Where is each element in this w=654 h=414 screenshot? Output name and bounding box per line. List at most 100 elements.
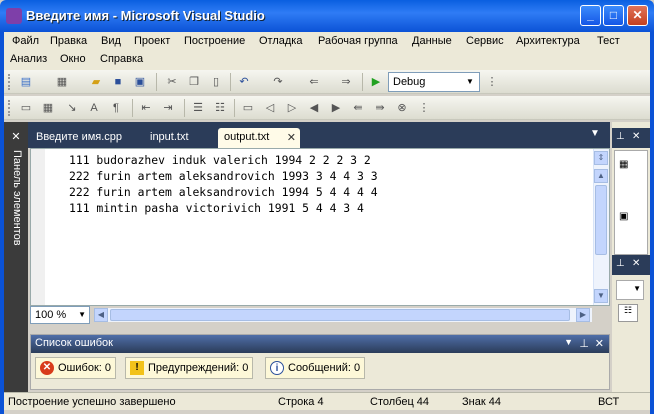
menu-architecture[interactable]: Архитектура: [516, 35, 580, 47]
scroll-thumb[interactable]: [595, 185, 607, 255]
previous-bookmark-icon[interactable]: ◁: [262, 100, 278, 116]
menu-data[interactable]: Данные: [412, 35, 452, 47]
increase-indent-icon[interactable]: ⇥: [160, 100, 176, 116]
menu-help[interactable]: Справка: [100, 53, 143, 65]
toolbox-strip[interactable]: ✕ Панель элементов: [4, 122, 28, 392]
chevron-down-icon: ▼: [633, 284, 641, 293]
vertical-scrollbar[interactable]: ⇕ ▲ ▼: [593, 149, 609, 305]
close-tab-icon[interactable]: ✕: [287, 131, 296, 144]
maximize-button[interactable]: □: [603, 5, 624, 26]
toggle-bookmark-icon[interactable]: ▭: [240, 100, 256, 116]
paste-icon[interactable]: ▯: [208, 74, 224, 90]
tab-source-cpp[interactable]: Введите имя.cpp: [30, 128, 140, 148]
minimize-button[interactable]: _: [580, 5, 601, 26]
toolbar-grip[interactable]: [8, 74, 11, 90]
cut-icon[interactable]: ✂: [164, 74, 180, 90]
close-icon[interactable]: ✕: [632, 258, 640, 269]
start-debugging-icon[interactable]: ▶: [368, 74, 384, 90]
toolbar-overflow-icon[interactable]: ⋮: [416, 100, 432, 116]
decrease-indent-icon[interactable]: ⇤: [138, 100, 154, 116]
redo-icon[interactable]: ↷: [270, 74, 286, 90]
menu-file[interactable]: Файл: [12, 35, 39, 47]
horizontal-scrollbar[interactable]: ◀ ▶: [94, 308, 592, 322]
warnings-filter-button[interactable]: ! Предупреждений: 0: [125, 357, 254, 379]
zoom-select[interactable]: 100 % ▼: [30, 306, 90, 324]
status-insert-mode: ВСТ: [598, 396, 620, 408]
tab-output-txt[interactable]: output.txt ✕: [218, 128, 300, 148]
text-editor[interactable]: 111 budorazhev induk valerich 1994 2 2 2…: [30, 148, 610, 306]
solution-configuration-select[interactable]: Debug ▼: [388, 72, 480, 92]
code-line: 222 furin artem aleksandrovich 1994 5 4 …: [69, 185, 378, 199]
menu-tools[interactable]: Сервис: [466, 35, 504, 47]
navigate-backward-icon[interactable]: ⇐: [306, 74, 322, 90]
scroll-thumb[interactable]: [110, 309, 570, 321]
scroll-up-button[interactable]: ▲: [594, 169, 608, 183]
pin-icon[interactable]: ⊥: [616, 258, 625, 269]
clear-bookmarks-icon[interactable]: ⊗: [394, 100, 410, 116]
toolbar-grip[interactable]: [8, 100, 11, 116]
comment-icon[interactable]: ☰: [190, 100, 206, 116]
complete-word-icon[interactable]: ¶: [108, 100, 124, 116]
solution-explorer-icon[interactable]: ▦: [619, 159, 628, 170]
pin-icon[interactable]: ⊥: [616, 131, 625, 142]
object-browser-icon[interactable]: ▭: [18, 100, 34, 116]
messages-count: Сообщений: 0: [288, 362, 361, 374]
menu-view[interactable]: Вид: [101, 35, 121, 47]
tab-input-txt[interactable]: input.txt: [144, 128, 214, 148]
save-icon[interactable]: ■: [110, 74, 126, 90]
copy-icon[interactable]: ❐: [186, 74, 202, 90]
close-icon[interactable]: ✕: [632, 131, 640, 142]
toolbar-overflow-icon[interactable]: ⋮: [484, 74, 500, 90]
scroll-down-button[interactable]: ▼: [594, 289, 608, 303]
menu-analyze[interactable]: Анализ: [10, 53, 47, 65]
right-panel-content[interactable]: ▦ ▣: [614, 150, 648, 255]
tab-label: Введите имя.cpp: [36, 131, 123, 143]
status-message: Построение успешно завершено: [8, 396, 176, 408]
tab-list-dropdown-icon[interactable]: ▼: [590, 128, 600, 139]
close-button[interactable]: ✕: [627, 5, 648, 26]
next-bookmark-folder-icon[interactable]: ▶: [328, 100, 344, 116]
visual-studio-icon: [6, 8, 22, 24]
menu-edit[interactable]: Правка: [50, 35, 87, 47]
scroll-left-button[interactable]: ◀: [94, 308, 108, 322]
previous-bookmark-folder-icon[interactable]: ◀: [306, 100, 322, 116]
split-handle-icon[interactable]: ⇕: [594, 151, 608, 165]
document-tab-strip: Введите имя.cpp input.txt output.txt ✕ ▼: [28, 122, 610, 148]
properties-dropdown[interactable]: ▼: [616, 280, 644, 300]
new-project-icon[interactable]: ▤: [18, 74, 34, 90]
menu-project[interactable]: Проект: [134, 35, 170, 47]
title-bar: Введите имя - Microsoft Visual Studio _ …: [0, 0, 654, 32]
toolbox-label[interactable]: Панель элементов: [11, 150, 23, 246]
text-editor-toolbar: ▭ ▦ ↘ A ¶ ⇤ ⇥ ☰ ☷ ▭ ◁ ▷ ◀ ▶ ⇚ ⇛ ⊗ ⋮: [4, 96, 650, 120]
chevron-down-icon: ▼: [466, 77, 474, 86]
member-list-icon[interactable]: ↘: [64, 100, 80, 116]
menu-window[interactable]: Окно: [60, 53, 86, 65]
menu-build[interactable]: Построение: [184, 35, 245, 47]
dropdown-icon[interactable]: ▼: [564, 337, 573, 347]
close-icon[interactable]: ✕: [595, 337, 604, 350]
pin-icon[interactable]: ⊥: [579, 337, 589, 350]
categorized-icon[interactable]: ☷: [618, 304, 638, 322]
tab-label: input.txt: [150, 131, 189, 143]
errors-filter-button[interactable]: ✕ Ошибок: 0: [35, 357, 116, 379]
add-item-icon[interactable]: ▦: [54, 74, 70, 90]
zoom-value: 100 %: [35, 309, 67, 321]
previous-bookmark-document-icon[interactable]: ⇚: [350, 100, 366, 116]
class-view-icon[interactable]: ▦: [40, 100, 56, 116]
properties-icon[interactable]: ▣: [619, 211, 628, 222]
window-frame-right: [650, 32, 654, 414]
messages-filter-button[interactable]: i Сообщений: 0: [265, 357, 366, 379]
toolbar-separator: [132, 99, 133, 117]
menu-team[interactable]: Рабочая группа: [318, 35, 398, 47]
quick-info-icon[interactable]: A: [86, 100, 102, 116]
next-bookmark-document-icon[interactable]: ⇛: [372, 100, 388, 116]
uncomment-icon[interactable]: ☷: [212, 100, 228, 116]
next-bookmark-icon[interactable]: ▷: [284, 100, 300, 116]
undo-icon[interactable]: ↶: [236, 74, 252, 90]
navigate-forward-icon[interactable]: ⇒: [338, 74, 354, 90]
open-file-icon[interactable]: ▰: [88, 74, 104, 90]
scroll-right-button[interactable]: ▶: [576, 308, 590, 322]
save-all-icon[interactable]: ▣: [132, 74, 148, 90]
menu-test[interactable]: Тест: [597, 35, 620, 47]
menu-debug[interactable]: Отладка: [259, 35, 302, 47]
